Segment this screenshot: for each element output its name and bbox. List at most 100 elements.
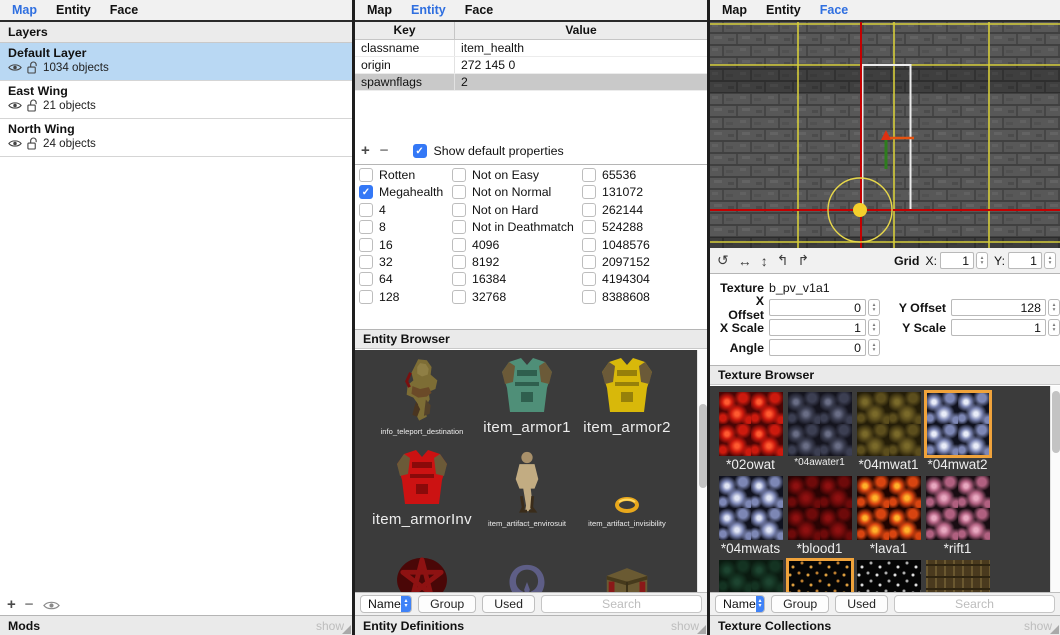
flag-64[interactable]: 64 [359, 272, 452, 286]
texture-tile-04mwat2[interactable]: *04mwat2 [923, 392, 992, 472]
used-button[interactable]: Used [835, 595, 888, 613]
property-row-classname[interactable]: classname item_health [355, 40, 707, 57]
layer-row-east-wing[interactable]: East Wing 21 objects [0, 81, 352, 119]
eye-icon[interactable] [8, 63, 22, 72]
checkbox[interactable] [452, 203, 466, 217]
texture-search-input[interactable] [894, 595, 1055, 613]
y-scale-stepper[interactable]: ▴▾ [1048, 319, 1060, 336]
group-button[interactable]: Group [418, 595, 476, 613]
grid-x-input[interactable] [940, 252, 974, 269]
eye-icon[interactable] [8, 101, 22, 110]
checkbox[interactable] [452, 238, 466, 252]
entity-search-input[interactable] [541, 595, 702, 613]
texture-swatch[interactable] [788, 560, 852, 592]
texture-tile-rift1[interactable]: *rift1 [923, 476, 992, 556]
checkbox[interactable] [582, 255, 596, 269]
column-header-value[interactable]: Value [455, 22, 707, 39]
grid-y-stepper[interactable]: ▴▾ [1044, 252, 1056, 269]
flag-4[interactable]: 4 [359, 203, 452, 217]
texture-tile-04mwats[interactable]: *04mwats [716, 476, 785, 556]
checkbox[interactable]: ✓ [359, 185, 373, 199]
uv-editor-view[interactable] [710, 22, 1060, 248]
angle-stepper[interactable]: ▴▾ [868, 339, 880, 356]
entity-item-item_artifact_envirosuit[interactable]: item_artifact_envirosuit [481, 436, 573, 528]
eye-icon[interactable] [8, 139, 22, 148]
flag-not-on-hard[interactable]: Not on Hard [452, 203, 582, 217]
flag-262144[interactable]: 262144 [582, 203, 702, 217]
y-scale-input[interactable] [951, 319, 1046, 336]
flag-1048576[interactable]: 1048576 [582, 238, 702, 252]
entity-browser-scrollbar[interactable] [697, 350, 707, 592]
flip-vertical-icon[interactable]: ↕ [761, 253, 768, 269]
checkbox[interactable] [359, 255, 373, 269]
texture-tile-04awater1[interactable]: *04awater1 [785, 392, 854, 472]
scrollbar-thumb[interactable] [699, 404, 707, 488]
texture-swatch[interactable] [719, 392, 783, 456]
layer-row-default-layer[interactable]: Default Layer 1034 objects [0, 43, 352, 81]
checkbox[interactable] [359, 290, 373, 304]
flag-4096[interactable]: 4096 [452, 238, 582, 252]
unlock-icon[interactable] [27, 99, 38, 112]
entity-item-item_armor2[interactable]: item_armor2 [573, 354, 681, 436]
entity-item-item_artifact_invisibility[interactable]: item_artifact_invisibility [573, 436, 681, 528]
checkbox[interactable] [359, 238, 373, 252]
texture-tile[interactable] [854, 560, 923, 592]
checkbox[interactable] [359, 168, 373, 182]
checkbox[interactable] [452, 220, 466, 234]
texture-swatch[interactable] [719, 560, 783, 592]
column-header-key[interactable]: Key [355, 22, 455, 39]
flag-524288[interactable]: 524288 [582, 220, 702, 234]
x-offset-stepper[interactable]: ▴▾ [868, 299, 880, 316]
texture-swatch[interactable] [926, 476, 990, 540]
entity-browser[interactable]: info_teleport_destinationitem_armor1item… [355, 350, 707, 592]
toggle-visibility-icon[interactable] [43, 600, 60, 611]
flag-16[interactable]: 16 [359, 238, 452, 252]
texture-browser-scrollbar[interactable] [1050, 386, 1060, 592]
tab-face[interactable]: Face [465, 3, 494, 17]
tab-entity[interactable]: Entity [766, 3, 801, 17]
rotate-ccw-icon[interactable]: ↰ [777, 252, 789, 269]
grid-x-stepper[interactable]: ▴▾ [976, 252, 988, 269]
flip-horizontal-icon[interactable]: ↔ [738, 253, 752, 269]
flag-32[interactable]: 32 [359, 255, 452, 269]
tab-map[interactable]: Map [367, 3, 392, 17]
tab-entity[interactable]: Entity [411, 3, 446, 17]
mods-show-link[interactable]: show [316, 619, 344, 633]
unlock-icon[interactable] [27, 61, 38, 74]
checkbox[interactable] [582, 290, 596, 304]
texture-tile-02owat[interactable]: *02owat [716, 392, 785, 472]
flag-16384[interactable]: 16384 [452, 272, 582, 286]
grid-y-input[interactable] [1008, 252, 1042, 269]
y-offset-input[interactable] [951, 299, 1046, 316]
add-layer-button[interactable]: + [7, 599, 16, 611]
flag-megahealth[interactable]: ✓Megahealth [359, 185, 452, 199]
entity-item[interactable] [481, 528, 573, 592]
checkbox[interactable] [452, 290, 466, 304]
group-button[interactable]: Group [771, 595, 829, 613]
texture-tile[interactable] [716, 560, 785, 592]
checkbox[interactable] [359, 203, 373, 217]
texture-tile-blood1[interactable]: *blood1 [785, 476, 854, 556]
checkbox[interactable] [452, 272, 466, 286]
checkbox[interactable] [582, 238, 596, 252]
entity-item-info_teleport_destination[interactable]: info_teleport_destination [363, 354, 481, 436]
tab-face[interactable]: Face [820, 3, 849, 17]
flag-not-on-normal[interactable]: Not on Normal [452, 185, 582, 199]
texture-swatch[interactable] [788, 476, 852, 540]
flag-not-in-deathmatch[interactable]: Not in Deathmatch [452, 220, 582, 234]
texture-swatch[interactable] [857, 476, 921, 540]
flag-rotten[interactable]: Rotten [359, 168, 452, 182]
flag-131072[interactable]: 131072 [582, 185, 702, 199]
checkbox[interactable] [582, 185, 596, 199]
tab-map[interactable]: Map [12, 3, 37, 17]
texture-tile[interactable] [923, 560, 992, 592]
tab-face[interactable]: Face [110, 3, 139, 17]
entity-definitions-show-link[interactable]: show [671, 619, 699, 633]
flag-8[interactable]: 8 [359, 220, 452, 234]
texture-tile-lava1[interactable]: *lava1 [854, 476, 923, 556]
sort-dropdown[interactable]: Name ▴▾ [715, 595, 765, 613]
unlock-icon[interactable] [27, 137, 38, 150]
reset-uv-icon[interactable]: ↺ [717, 252, 729, 269]
texture-swatch[interactable] [857, 560, 921, 592]
texture-swatch[interactable] [926, 392, 990, 456]
